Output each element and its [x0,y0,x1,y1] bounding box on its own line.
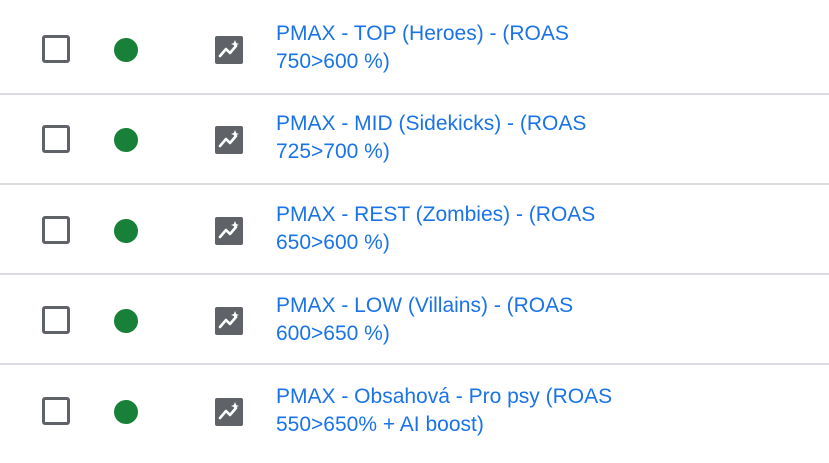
row-checkbox[interactable] [42,35,70,63]
campaign-name-link[interactable]: PMAX - LOW (Villains) - (ROAS 600>650 %) [276,292,636,348]
campaign-name-link[interactable]: PMAX - Obsahová - Pro psy (ROAS 550>650%… [276,383,636,439]
row-checkbox[interactable] [42,397,70,425]
status-enabled-icon [114,38,138,62]
performance-max-icon [215,126,243,154]
performance-max-icon [215,398,243,426]
performance-max-icon [215,307,243,335]
performance-max-icon [215,217,243,245]
table-row: PMAX - MID (Sidekicks) - (ROAS 725>700 %… [0,95,829,185]
status-enabled-icon [114,309,138,333]
row-checkbox[interactable] [42,216,70,244]
table-row: PMAX - LOW (Villains) - (ROAS 600>650 %) [0,275,829,365]
row-checkbox[interactable] [42,306,70,334]
row-checkbox[interactable] [42,125,70,153]
table-row: PMAX - REST (Zombies) - (ROAS 650>600 %) [0,185,829,275]
campaign-name-link[interactable]: PMAX - REST (Zombies) - (ROAS 650>600 %) [276,201,636,257]
table-row: PMAX - Obsahová - Pro psy (ROAS 550>650%… [0,365,829,463]
performance-max-icon [215,36,243,64]
table-row: PMAX - TOP (Heroes) - (ROAS 750>600 %) [0,5,829,95]
status-enabled-icon [114,400,138,424]
campaign-name-link[interactable]: PMAX - MID (Sidekicks) - (ROAS 725>700 %… [276,110,636,166]
status-enabled-icon [114,219,138,243]
campaign-list: PMAX - TOP (Heroes) - (ROAS 750>600 %) P… [0,0,829,463]
campaign-name-link[interactable]: PMAX - TOP (Heroes) - (ROAS 750>600 %) [276,20,636,76]
status-enabled-icon [114,128,138,152]
